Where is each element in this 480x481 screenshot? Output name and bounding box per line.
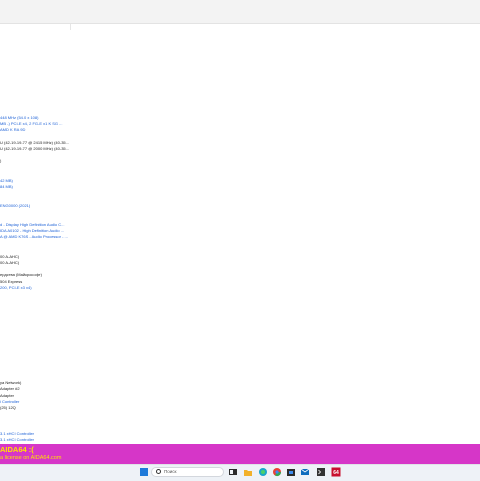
network-adapter-2: Adapter #2 — [0, 386, 20, 391]
memory-timing-value-2: U (42-19-19-77 @ 2000 MHz) (40-35... — [0, 146, 69, 151]
column-separator[interactable] — [70, 24, 71, 30]
window-titlebar — [0, 0, 480, 9]
device-details-panel — [0, 24, 480, 444]
chrome-icon[interactable] — [272, 467, 282, 477]
edge-icon[interactable] — [258, 467, 268, 477]
network-value: (25) 12Q — [0, 405, 16, 410]
svg-text:64: 64 — [333, 470, 339, 476]
start-button[interactable] — [139, 467, 149, 477]
disk-drive-link[interactable]: 200, PCI-E x3 x4) — [0, 285, 32, 291]
toolbar — [0, 9, 480, 24]
usb-controller-2[interactable]: 3.1 xHCI Controller — [0, 437, 34, 443]
search-icon — [156, 469, 161, 474]
trial-banner-subtitle[interactable]: a license on AIDA64.com — [0, 454, 61, 462]
files-icon[interactable] — [228, 467, 238, 477]
store-icon[interactable] — [286, 467, 296, 477]
mail-icon[interactable] — [300, 467, 310, 477]
gpu-memory-value-2[interactable]: 84 MB) — [0, 184, 13, 190]
memory-value: ) — [0, 158, 2, 163]
monitor-value[interactable]: ENG0000 (2021) — [0, 203, 30, 209]
trial-banner[interactable] — [0, 444, 480, 464]
storage-controller-2: 00 A-AHC) — [0, 260, 20, 265]
taskbar-search-placeholder[interactable]: Поиск — [164, 467, 176, 477]
windows-logo-icon — [144, 472, 148, 476]
aida64-icon[interactable]: 64 — [331, 467, 341, 477]
storage-controller-3: ердства (Майкрософт) — [0, 272, 42, 277]
taskbar — [0, 464, 480, 481]
terminal-icon[interactable] — [316, 467, 326, 477]
taskbar-search-box[interactable] — [151, 467, 224, 477]
chipset-value[interactable]: AMD K RA 9D — [0, 127, 25, 133]
trial-banner-title: AIDA64 :( — [0, 445, 34, 454]
audio-device-3[interactable]: A @ AMD K76S - Audio Processor - ... — [0, 234, 68, 240]
folder-icon[interactable] — [243, 467, 253, 477]
